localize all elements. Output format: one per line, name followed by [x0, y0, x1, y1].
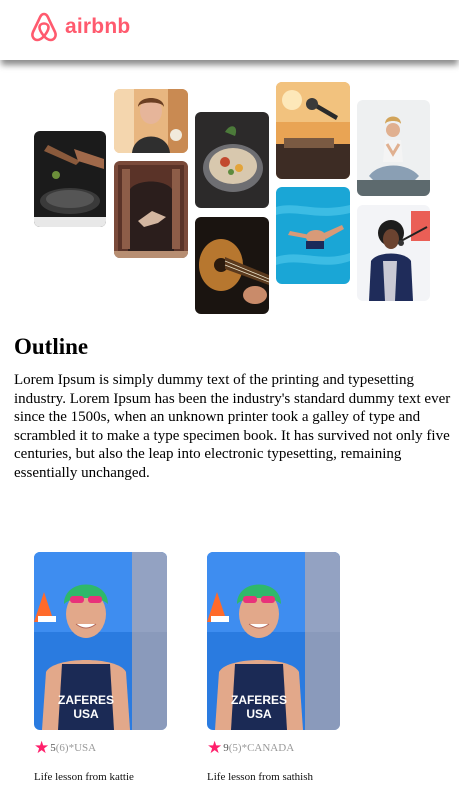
photo-yoga-meditation: [357, 100, 430, 196]
country: *USA: [68, 742, 97, 754]
review-count: (5): [228, 742, 242, 754]
experience-photo[interactable]: ZAFERES USA: [34, 552, 167, 730]
outline-body: Lorem Ipsum is simply dummy text of the …: [14, 372, 451, 481]
photo-swimmer-pool: [276, 187, 350, 284]
rating-row: ★ 9 (5) *CANADA: [207, 738, 347, 757]
rating-row: ★ 5 (6) *USA: [34, 738, 174, 757]
photo-archway-dancer: [114, 161, 188, 258]
jersey-text-name: ZAFERES: [58, 693, 114, 707]
experience-card[interactable]: ZAFERES USA ★ 9 (5) *CANADA Life lesson …: [207, 552, 347, 783]
airbnb-logo[interactable]: airbnb: [29, 11, 130, 43]
jersey-text-country: USA: [73, 707, 99, 721]
photo-microphone-stage: [276, 82, 350, 179]
photo-cooking-pan: [34, 131, 106, 227]
photo-food-bowl: [195, 112, 269, 208]
photo-singer-microphone: [357, 205, 430, 301]
photo-woman-smiling: [114, 89, 188, 153]
experience-card[interactable]: ZAFERES USA ★ 5 (6) *USA Life lesson fro…: [34, 552, 174, 783]
jersey-text-country: USA: [246, 707, 272, 721]
star-icon: ★: [207, 738, 223, 757]
experience-photo[interactable]: ZAFERES USA: [207, 552, 340, 730]
airbnb-belo-icon: [31, 12, 57, 42]
photo-acoustic-guitar: [195, 217, 269, 314]
outline-heading: Outline: [14, 334, 89, 359]
top-navbar: airbnb: [0, 0, 459, 60]
country: *CANADA: [241, 742, 295, 754]
experience-title[interactable]: Life lesson from kattie: [34, 771, 174, 783]
experience-title[interactable]: Life lesson from sathish: [207, 771, 347, 783]
jersey-text-name: ZAFERES: [231, 693, 287, 707]
star-icon: ★: [34, 738, 50, 757]
review-count: (6): [55, 742, 69, 754]
brand-name: airbnb: [65, 15, 131, 38]
